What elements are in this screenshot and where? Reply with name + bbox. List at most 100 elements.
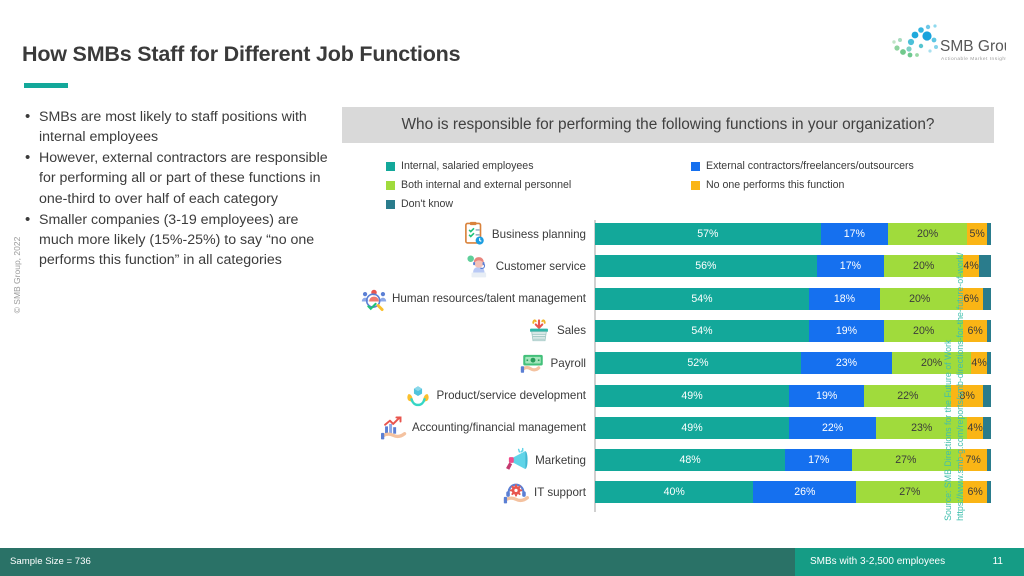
legend-label-both: Both internal and external personnel: [401, 179, 572, 191]
payroll-money-icon: [520, 350, 546, 376]
smb-group-logo-icon: SMB Group Actionable Market Insight: [892, 24, 1006, 62]
stacked-bar: 52% 23% 20% 4%: [595, 352, 991, 375]
chart-legend: Internal, salaried employees Both intern…: [386, 160, 986, 218]
svg-text:Actionable Market Insight: Actionable Market Insight: [941, 56, 1006, 62]
legend-label-no-one: No one performs this function: [706, 179, 845, 191]
bar-segment-value: 4%: [971, 357, 987, 370]
chart-row: Sales 54% 19% 20% 6%: [342, 317, 994, 345]
chart-row: Business planning 57% 17% 20% 5%: [342, 220, 994, 248]
stacked-bar: 56% 17% 20% 4%: [595, 255, 991, 278]
title-underline-rule: [24, 83, 68, 88]
question-banner: Who is responsible for performing the fo…: [342, 107, 994, 143]
legend-swatch-external: [691, 161, 700, 171]
bar-segment: 19%: [808, 319, 885, 342]
bar-segment: [983, 416, 991, 439]
bar-segment-value: 57%: [697, 228, 719, 240]
marketing-megaphone-icon: [504, 447, 530, 473]
chart-row-label-group: Business planning: [342, 221, 594, 247]
bar-segment: 4%: [967, 416, 984, 439]
slide-footer: Sample Size = 736 SMBs with 3-2,500 empl…: [0, 548, 1024, 576]
bar-segment-value: 6%: [967, 324, 983, 337]
chart-row: Accounting/financial management 49% 22% 23%…: [342, 414, 994, 442]
chart-row: Payroll 52% 23% 20% 4%: [342, 349, 994, 377]
bullet-item: However, external contractors are respon…: [25, 147, 328, 208]
legend-item-internal: Internal, salaried employees: [386, 160, 534, 172]
chart-category-label: Business planning: [491, 227, 586, 241]
bar-segment-value: 20%: [913, 324, 935, 337]
product-development-hands-icon: [405, 383, 431, 409]
bar-segment: [987, 481, 991, 504]
bar-segment: 23%: [800, 352, 892, 375]
bar-segment: [987, 449, 991, 472]
bar-segment: 49%: [595, 416, 790, 439]
legend-label-dont-know: Don't know: [401, 198, 454, 210]
bar-segment-value: 23%: [835, 357, 858, 370]
stacked-bar: 48% 17% 27% 7%: [595, 449, 991, 472]
bar-segment: 5%: [967, 223, 988, 245]
stacked-bar: 49% 19% 22% 8%: [595, 384, 991, 407]
bar-segment: 19%: [789, 384, 865, 407]
sales-basket-icon: [526, 318, 552, 344]
stacked-bar: 40% 26% 27% 6%: [595, 481, 991, 504]
bar-segment-value: 52%: [687, 357, 709, 370]
chart-category-label: Accounting/financial management: [411, 421, 586, 435]
chart-row: IT support 40% 26% 27% 6%: [342, 478, 994, 506]
bar-segment: [979, 255, 991, 278]
bar-segment: 48%: [595, 449, 786, 472]
bar-segment: 17%: [820, 223, 889, 245]
chart-category-label: Marketing: [535, 453, 586, 467]
bar-segment-value: 54%: [691, 292, 713, 305]
source-citation: Source: SMB Directions for the Future of…: [943, 191, 967, 521]
bar-segment-value: 23%: [911, 421, 933, 434]
bar-segment-value: 20%: [909, 292, 931, 305]
bar-segment-value: 19%: [816, 389, 838, 402]
bar-segment-value: 27%: [899, 486, 921, 499]
bar-segment: 56%: [595, 255, 817, 278]
bar-segment: 52%: [595, 352, 801, 375]
bar-segment-value: 17%: [839, 260, 861, 273]
bar-segment: 57%: [595, 223, 821, 245]
bar-segment-value: 19%: [835, 324, 858, 337]
chart-category-label: Product/service development: [436, 389, 586, 402]
bar-segment: 17%: [816, 255, 885, 278]
chart-row-label-group: Marketing: [342, 447, 594, 473]
legend-label-internal: Internal, salaried employees: [401, 160, 534, 172]
legend-item-dont-know: Don't know: [386, 198, 453, 210]
bar-segment-value: 54%: [691, 324, 713, 337]
chart-row: Customer service 56% 17% 20% 4%: [342, 252, 994, 280]
bar-segment-value: 49%: [681, 389, 703, 402]
legend-swatch-both: [386, 180, 395, 190]
source-line-1: Source: SMB Directions for the Future of…: [943, 339, 954, 521]
bar-segment: 26%: [753, 481, 857, 504]
bar-segment: 22%: [789, 416, 877, 439]
bar-segment-value: 5%: [969, 228, 985, 240]
bar-segment-value: 22%: [821, 421, 844, 434]
bullet-item: SMBs are most likely to staff positions …: [25, 106, 328, 147]
legend-item-both: Both internal and external personnel: [386, 179, 571, 191]
bar-segment: 40%: [595, 481, 754, 504]
bar-segment-value: 40%: [663, 486, 685, 499]
bar-segment-value: 7%: [965, 454, 981, 467]
chart-row-label-group: Accounting/financial management: [342, 415, 594, 441]
chart-category-label: Customer service: [495, 259, 586, 273]
bar-segment-value: 20%: [917, 228, 939, 240]
legend-item-no-one: No one performs this function: [691, 179, 844, 191]
legend-item-external: External contractors/freelancers/outsour…: [691, 160, 914, 172]
audience-label: SMBs with 3-2,500 employees: [810, 556, 946, 567]
bullet-item: Smaller companies (3-19 employees) are m…: [25, 209, 328, 270]
bar-segment-value: 26%: [794, 486, 816, 499]
bullet-list: SMBs are most likely to staff positions …: [22, 106, 328, 271]
stacked-bar: 49% 22% 23% 4%: [595, 416, 991, 439]
legend-swatch-no-one: [691, 180, 700, 190]
stacked-bar-chart: Business planning 57% 17% 20% 5% Customer ser…: [342, 220, 994, 515]
footer-right-band: SMBs with 3-2,500 employees 11: [795, 548, 1024, 576]
bar-segment-value: 6%: [967, 486, 983, 499]
chart-row: Human resources/talent management 54% 18% 2…: [342, 285, 994, 313]
chart-category-label: Human resources/talent management: [392, 292, 586, 306]
page-title: How SMBs Staff for Different Job Functio…: [22, 42, 461, 66]
bar-segment: [987, 319, 991, 342]
bar-segment: 17%: [785, 449, 853, 472]
chart-row-label-group: IT support: [342, 479, 594, 505]
legend-label-external: External contractors/freelancers/outsour…: [706, 160, 914, 172]
bar-segment: [983, 287, 991, 310]
